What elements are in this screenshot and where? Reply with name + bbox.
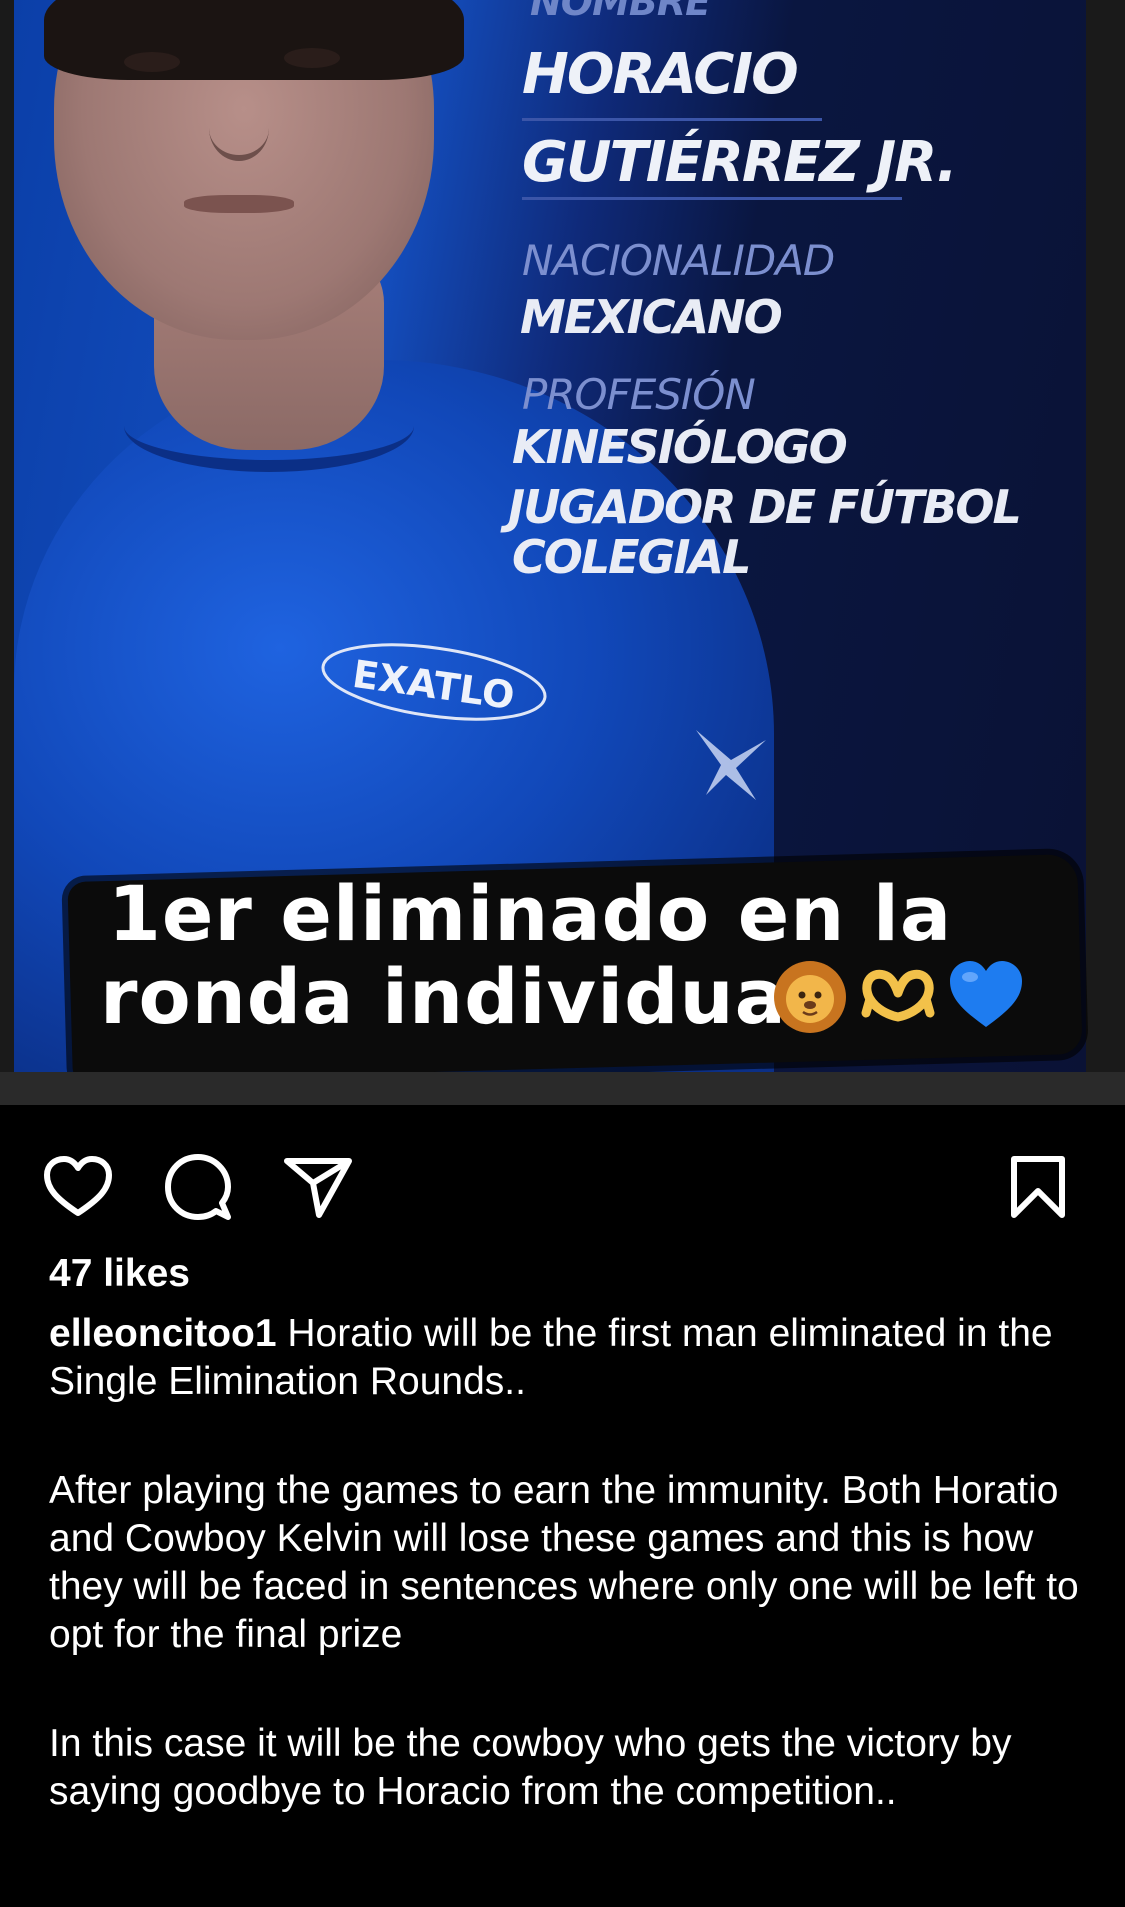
profile-name-last: GUTIÉRREZ JR. (522, 130, 958, 195)
heart-outline-icon (44, 1156, 112, 1216)
profession-label: PROFESIÓN (522, 370, 756, 419)
divider (522, 197, 902, 200)
person-mouth (184, 195, 294, 213)
caption-overlay-line-1: 1er eliminado en la (108, 869, 953, 958)
exatlon-logo-text: EXATLO (350, 652, 517, 718)
person-nose (209, 95, 269, 161)
person-hair (44, 0, 464, 80)
blue-heart-emoji (950, 961, 1022, 1027)
likes-count[interactable]: 47 likes (49, 1252, 190, 1296)
caption-paragraph: elleoncitoo1 Horatio will be the first m… (49, 1310, 1089, 1406)
post-image[interactable]: EXATLO NOMBRE HORACIO GUTIÉRREZ JR. NACI… (0, 0, 1125, 1105)
exatlon-logo: EXATLO (321, 643, 547, 721)
person-collar (124, 380, 414, 472)
username-link[interactable]: elleoncitoo1 (49, 1312, 277, 1355)
lion-face-emoji (774, 961, 846, 1033)
divider (522, 118, 822, 121)
caption-paragraph: After playing the games to earn the immu… (49, 1469, 1079, 1656)
profile-name-first: HORACIO (522, 42, 799, 107)
post-caption: elleoncitoo1 Horatio will be the first m… (49, 1310, 1089, 1877)
post-actions (0, 1105, 1125, 1245)
profession-value-2: JUGADOR DE FÚTBOL (508, 480, 1022, 534)
brand-mark-icon (696, 730, 766, 800)
comment-bubble-icon (165, 1154, 231, 1220)
person-eye-left (124, 52, 180, 72)
name-label: NOMBRE (530, 0, 711, 24)
save-button[interactable] (998, 1147, 1078, 1227)
caption-paragraph: In this case it will be the cowboy who g… (49, 1722, 1012, 1813)
person-eye-right (284, 48, 340, 68)
bookmark-outline-icon (1011, 1156, 1065, 1218)
nationality-label: NACIONALIDAD (522, 236, 835, 285)
profession-value-1: KINESIÓLOGO (512, 420, 848, 474)
paper-plane-icon (284, 1158, 352, 1218)
profession-value-3: COLEGIAL (512, 530, 751, 584)
comment-button[interactable] (158, 1147, 238, 1227)
like-button[interactable] (38, 1147, 118, 1227)
share-button[interactable] (278, 1147, 358, 1227)
nationality-value: MEXICANO (520, 290, 783, 344)
image-bottom-bar (0, 1072, 1125, 1105)
heart-hands-emoji (861, 969, 935, 1022)
